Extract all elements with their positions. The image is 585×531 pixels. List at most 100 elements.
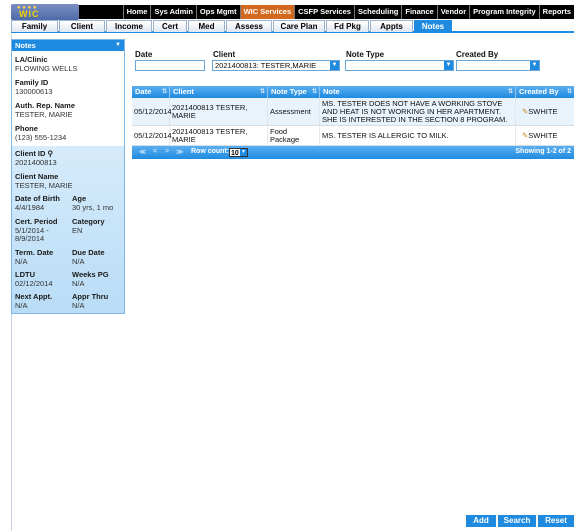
logo-text: WIC	[19, 9, 40, 19]
client-name-value: TESTER, MARIE	[15, 180, 73, 190]
dob-value: 4/4/1984	[15, 202, 45, 212]
tab-med[interactable]: Med	[188, 20, 225, 32]
tab-notes[interactable]: Notes	[414, 20, 452, 32]
cell-client: 2021400813 TESTER, MARIE	[170, 126, 268, 145]
tab-cert[interactable]: Cert	[153, 20, 187, 32]
dob-field: Date of Birth 4/4/1984	[15, 194, 60, 212]
cell-created-by: ✎ SWHITE	[516, 126, 574, 145]
nav-reports[interactable]: Reports	[538, 5, 574, 19]
cell-note-line1: MS. TESTER IS ALLERGIC TO MILK.	[322, 130, 449, 140]
app-logo[interactable]: ● ● ● ● WIC	[11, 4, 79, 20]
auth-rep-value: TESTER, MARIE	[15, 109, 73, 119]
tab-client[interactable]: Client	[59, 20, 105, 32]
nav-ops-mgmt[interactable]: Ops Mgmt	[195, 5, 240, 19]
dropdown-arrow-icon[interactable]: ▼	[330, 61, 339, 70]
date-filter-input[interactable]	[135, 60, 205, 71]
table-row[interactable]: 05/12/2014 2021400813 TESTER, MARIE Food…	[132, 126, 574, 146]
tab-appts[interactable]: Appts	[370, 20, 413, 32]
add-button[interactable]: Add	[466, 515, 496, 527]
nav-vendor[interactable]: Vendor	[436, 5, 469, 19]
top-nav-menu: Home Sys Admin Ops Mgmt WIC Services CSF…	[122, 5, 574, 19]
client-name-field: Client Name TESTER, MARIE	[15, 172, 73, 190]
col-header-created-by[interactable]: Created By ⇅	[516, 86, 574, 98]
tab-assess[interactable]: Assess	[226, 20, 272, 32]
ldtu-value: 02/12/2014	[15, 278, 53, 288]
la-clinic-value: FLOWING WELLS	[15, 63, 78, 73]
client-id-field: Client ID ⚲ 2021400813	[15, 149, 57, 167]
client-id-label: Client ID	[15, 149, 46, 158]
dropdown-arrow-icon[interactable]: ▼	[530, 61, 539, 70]
weeks-pg-field: Weeks PG N/A	[72, 270, 109, 288]
col-date-label: Date	[135, 87, 152, 96]
family-id-value: 130000613	[15, 86, 53, 96]
cell-date: 05/12/2014	[132, 126, 172, 145]
cell-note: MS. TESTER DOES NOT HAVE A WORKING STOVE…	[320, 98, 516, 125]
row-count-value: 10	[231, 150, 239, 157]
tab-fd-pkg[interactable]: Fd Pkg	[326, 20, 369, 32]
cell-created-by: ✎ SWHITE	[516, 98, 574, 125]
created-by-filter-label: Created By	[456, 50, 499, 59]
first-page-icon[interactable]: ≪	[139, 148, 146, 156]
la-clinic-field: LA/Clinic FLOWING WELLS	[15, 55, 78, 73]
col-header-client[interactable]: Client ⇅	[170, 86, 268, 98]
appr-thru-field: Appr Thru N/A	[72, 292, 108, 310]
col-client-label: Client	[173, 87, 194, 96]
nav-wic-services[interactable]: WIC Services	[239, 5, 295, 19]
cell-note-type: Food Package	[268, 126, 320, 145]
tab-care-plan[interactable]: Care Plan	[273, 20, 325, 32]
sort-icon[interactable]: ⇅	[162, 86, 167, 98]
col-header-date[interactable]: Date ⇅	[132, 86, 170, 98]
cell-created-by-value: SWHITE	[528, 106, 558, 116]
category-field: Category EN	[72, 217, 105, 235]
chevron-down-icon[interactable]: ▼	[115, 40, 121, 51]
weeks-pg-value: N/A	[72, 278, 85, 288]
col-header-note[interactable]: Note ⇅	[320, 86, 516, 98]
reset-button[interactable]: Reset	[538, 515, 574, 527]
nav-finance[interactable]: Finance	[401, 5, 436, 19]
top-navigation-bar: ● ● ● ● WIC Home Sys Admin Ops Mgmt WIC …	[11, 4, 574, 20]
next-appt-value: N/A	[15, 300, 28, 310]
next-page-icon[interactable]: >	[165, 148, 169, 155]
created-by-filter-select[interactable]: ▼	[456, 60, 540, 71]
note-type-filter-select[interactable]: ▼	[345, 60, 454, 71]
cell-client-line2: MARIE	[172, 134, 196, 144]
client-tabs: Family Client Income Cert Med Assess Car…	[11, 20, 574, 33]
phone-field: Phone (123) 555-1234	[15, 124, 66, 142]
cell-date: 05/12/2014	[132, 98, 172, 125]
appr-thru-value: N/A	[72, 300, 85, 310]
table-row[interactable]: 05/12/2014 2021400813 TESTER, MARIE Asse…	[132, 98, 574, 126]
nav-scheduling[interactable]: Scheduling	[353, 5, 401, 19]
prev-page-icon[interactable]: <	[153, 148, 157, 155]
cert-period-field: Cert. Period 5/1/2014 - 8/9/2014	[15, 217, 58, 244]
nav-home[interactable]: Home	[122, 5, 151, 19]
sort-icon[interactable]: ⇅	[260, 86, 265, 98]
cert-period-end: 8/9/2014	[15, 234, 45, 243]
sort-icon[interactable]: ⇅	[567, 86, 572, 98]
nav-sys-admin[interactable]: Sys Admin	[150, 5, 195, 19]
ldtu-field: LDTU 02/12/2014	[15, 270, 53, 288]
col-header-note-type[interactable]: Note Type ⇅	[268, 86, 320, 98]
category-value: EN	[72, 225, 83, 235]
client-summary-panel: Notes ▼ LA/Clinic FLOWING WELLS Family I…	[11, 39, 125, 314]
dropdown-arrow-icon[interactable]: ▼	[444, 61, 453, 70]
sort-icon[interactable]: ⇅	[508, 86, 513, 98]
cell-note: MS. TESTER IS ALLERGIC TO MILK.	[320, 126, 516, 145]
nav-csfp-services[interactable]: CSFP Services	[294, 5, 354, 19]
person-icon[interactable]: ⚲	[48, 149, 54, 158]
dropdown-arrow-icon[interactable]: ▼	[240, 149, 247, 156]
tab-family[interactable]: Family	[11, 20, 58, 32]
last-page-icon[interactable]: ≫	[176, 148, 183, 156]
client-filter-select[interactable]: 2021400813: TESTER,MARIE ▼	[212, 60, 340, 71]
sort-icon[interactable]: ⇅	[312, 86, 317, 98]
cell-client-line2: MARIE	[172, 110, 196, 120]
grid-pager: ≪ < > ≫ Row count: 10 ▼ Showing 1-2 of 2	[132, 146, 574, 159]
term-date-field: Term. Date N/A	[15, 248, 53, 266]
cell-client: 2021400813 TESTER, MARIE	[170, 98, 268, 125]
family-id-field: Family ID 130000613	[15, 78, 53, 96]
term-date-value: N/A	[15, 256, 28, 266]
side-panel-header[interactable]: Notes ▼	[12, 40, 124, 51]
tab-income[interactable]: Income	[106, 20, 152, 32]
search-button[interactable]: Search	[498, 515, 536, 527]
nav-program-integrity[interactable]: Program Integrity	[469, 5, 539, 19]
row-count-select[interactable]: 10 ▼	[229, 148, 248, 157]
